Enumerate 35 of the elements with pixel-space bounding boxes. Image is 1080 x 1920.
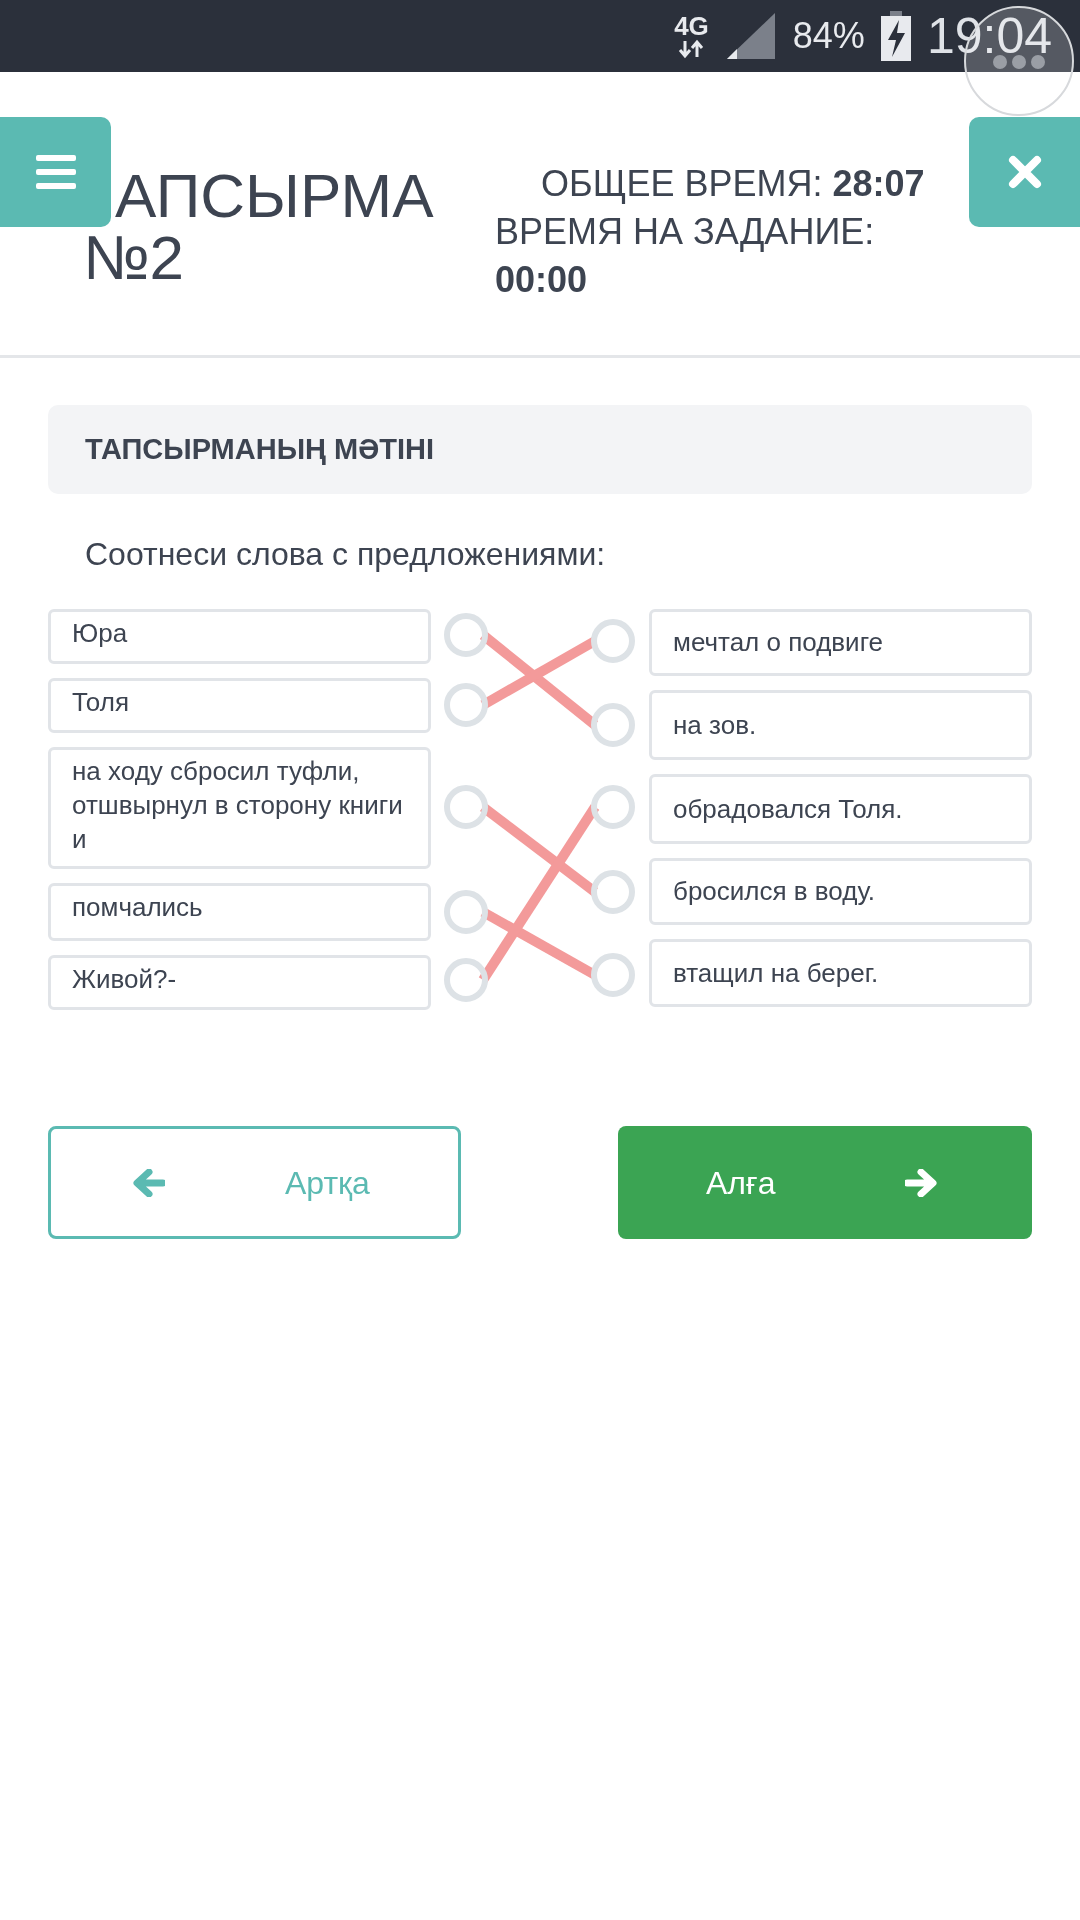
- section-heading: ТАПСЫРМАНЫҢ МӘТІНІ: [85, 431, 434, 467]
- close-icon: [1007, 155, 1042, 189]
- sentence-card[interactable]: мечтал о подвиге: [649, 609, 1032, 676]
- arrow-right-icon: [905, 1168, 938, 1197]
- task-title: АПСЫРМА №2: [83, 165, 435, 289]
- task-time-label: ВРЕМЯ НА ЗАДАНИЕ:: [495, 210, 876, 254]
- word-card[interactable]: на ходу сбросил туфли, отшвырнул в сторону книги и: [48, 747, 431, 869]
- connector-circle[interactable]: [591, 619, 635, 663]
- connector-circle[interactable]: [591, 953, 635, 997]
- connector-circle[interactable]: [591, 785, 635, 829]
- connector-circle[interactable]: [444, 785, 488, 829]
- battery-percent: 84%: [792, 14, 865, 58]
- sentence-card[interactable]: обрадовался Толя.: [649, 774, 1032, 844]
- connector-circle[interactable]: [444, 613, 488, 657]
- word-card[interactable]: Толя: [48, 678, 431, 733]
- word-card[interactable]: помчались: [48, 883, 431, 941]
- total-time: ОБЩЕЕ ВРЕМЯ: 28:07: [540, 162, 926, 206]
- connector-circle[interactable]: [591, 703, 635, 747]
- connector-circle[interactable]: [591, 870, 635, 914]
- arrow-left-icon: [133, 1168, 165, 1197]
- menu-icon: [35, 155, 76, 189]
- battery-charging-icon: [880, 11, 911, 61]
- instruction-text: Соотнеси слова с предложениями:: [85, 535, 607, 574]
- connector-circle[interactable]: [444, 683, 488, 727]
- sentence-card[interactable]: на зов.: [649, 690, 1032, 760]
- data-arrows-icon: [678, 39, 705, 59]
- connector-circle[interactable]: [444, 890, 488, 934]
- word-card[interactable]: Живой?-: [48, 955, 431, 1010]
- task-time: 00:00: [495, 258, 589, 302]
- sentence-card[interactable]: бросился в воду.: [649, 858, 1032, 925]
- word-card[interactable]: Юра: [48, 609, 431, 664]
- menu-button[interactable]: [0, 117, 111, 227]
- connector-circle[interactable]: [444, 958, 488, 1002]
- sentence-card[interactable]: втащил на берег.: [649, 939, 1032, 1007]
- network-label: 4G: [674, 13, 709, 39]
